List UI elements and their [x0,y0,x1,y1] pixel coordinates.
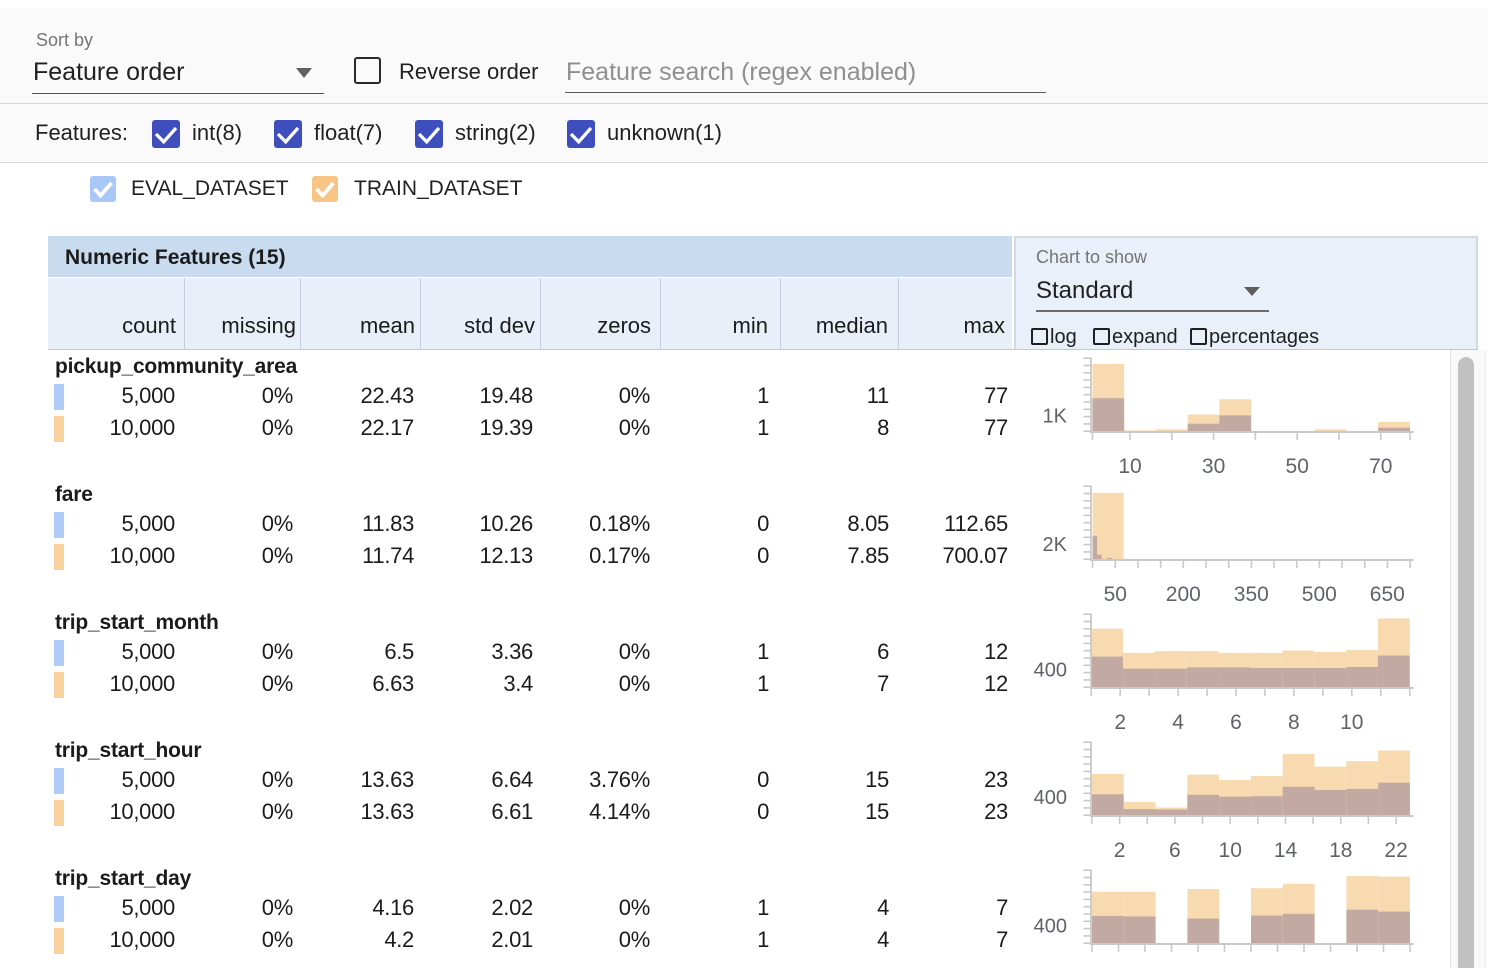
svg-text:400: 400 [1034,915,1067,937]
svg-text:650: 650 [1370,583,1405,606]
svg-text:50: 50 [1104,583,1127,606]
svg-text:4: 4 [1172,711,1184,734]
svg-text:70: 70 [1369,455,1392,478]
svg-text:6: 6 [1169,839,1181,862]
svg-text:2K: 2K [1043,534,1068,556]
svg-text:400: 400 [1034,787,1067,809]
svg-text:10: 10 [1219,839,1242,862]
svg-text:10: 10 [1118,455,1141,478]
svg-text:200: 200 [1166,583,1201,606]
svg-text:10: 10 [1340,711,1363,734]
svg-text:6: 6 [1230,711,1242,734]
svg-text:400: 400 [1034,660,1067,682]
svg-text:2: 2 [1114,839,1126,862]
svg-text:30: 30 [1202,455,1225,478]
svg-text:500: 500 [1302,583,1337,606]
svg-text:8: 8 [1288,711,1300,734]
svg-text:22: 22 [1384,839,1407,862]
svg-text:14: 14 [1274,839,1298,862]
svg-text:50: 50 [1286,455,1309,478]
svg-text:18: 18 [1329,839,1352,862]
svg-text:2: 2 [1114,711,1126,734]
svg-text:350: 350 [1234,583,1269,606]
svg-text:1K: 1K [1043,406,1068,428]
